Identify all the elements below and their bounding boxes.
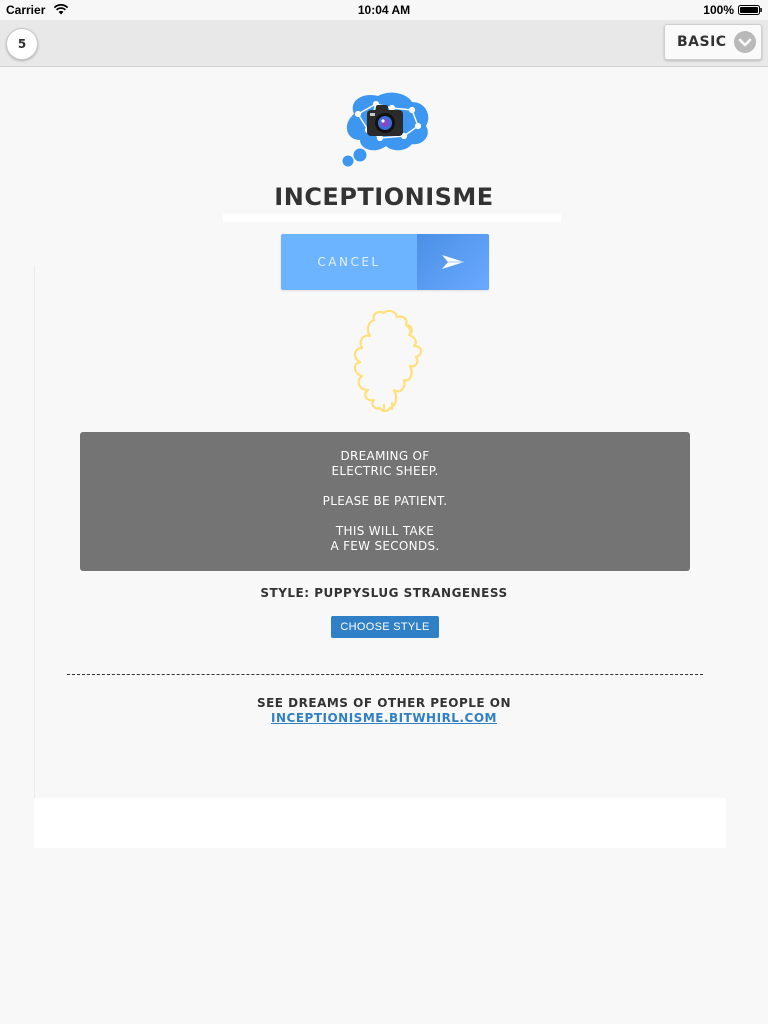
dreams-link-row: INCEPTIONISME.BITWHIRL.COM: [0, 711, 768, 725]
counter-badge[interactable]: 5: [6, 28, 38, 60]
clock: 10:04 AM: [357, 3, 411, 17]
mode-label: BASIC: [677, 34, 727, 50]
content-footer: [34, 798, 726, 848]
title-underline-band: [223, 214, 561, 222]
message-line: ELECTRIC SHEEP.: [331, 464, 439, 478]
mode-select[interactable]: BASIC: [664, 24, 762, 60]
message-line: THIS WILL TAKE: [335, 524, 435, 538]
style-label: STYLE: PUPPYSLUG STRANGENESS: [260, 586, 508, 600]
app-title: INCEPTIONISME: [274, 183, 494, 211]
battery-icon: [738, 5, 762, 15]
sheep-outline-icon: [353, 309, 423, 413]
dreams-link[interactable]: INCEPTIONISME.BITWHIRL.COM: [271, 711, 497, 725]
cancel-label: CANCEL: [317, 255, 381, 269]
toolbar: 5 BASIC: [0, 20, 768, 67]
message-line: PLEASE BE PATIENT.: [322, 494, 448, 508]
message-line: A FEW SECONDS.: [330, 539, 440, 553]
brain-camera-logo: [342, 92, 429, 167]
battery-percent: 100%: [703, 3, 734, 17]
divider: [67, 674, 703, 675]
chevron-down-icon: [734, 31, 756, 53]
paper-plane-icon: [442, 255, 464, 269]
send-button[interactable]: [417, 234, 489, 290]
progress-message: DREAMING OF ELECTRIC SHEEP. PLEASE BE PA…: [80, 432, 690, 571]
choose-style-button[interactable]: CHOOSE STYLE: [331, 616, 439, 638]
dreams-label: SEE DREAMS OF OTHER PEOPLE ON: [256, 696, 512, 710]
message-line: DREAMING OF: [340, 449, 430, 463]
cancel-button[interactable]: CANCEL: [281, 234, 489, 290]
status-bar: Carrier 10:04 AM 100%: [0, 0, 768, 20]
